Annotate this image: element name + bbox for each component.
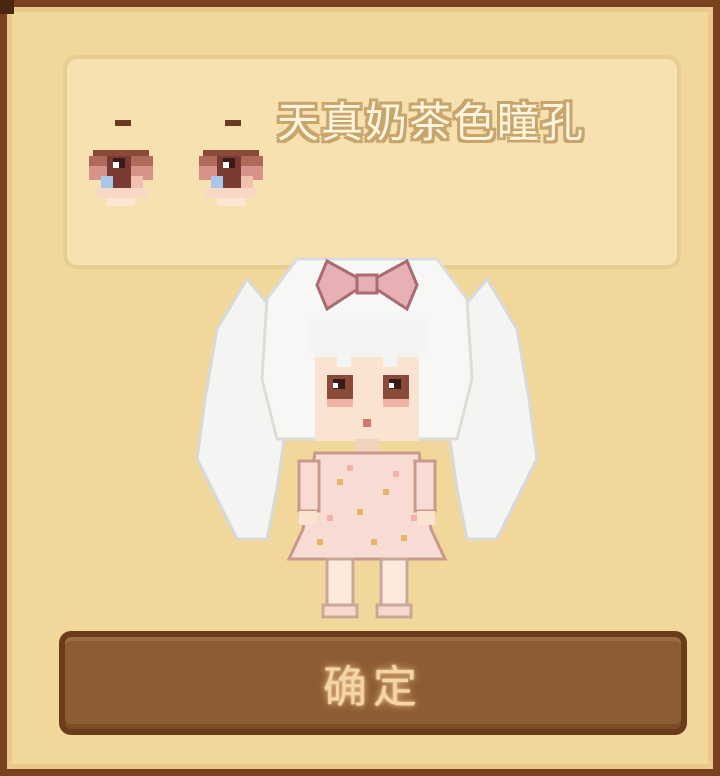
item-info-box: 天真奶茶色瞳孔 — [63, 55, 681, 269]
character-avatar — [195, 257, 539, 619]
confirm-button[interactable]: 确定 — [59, 631, 687, 735]
dialog-panel: 天真奶茶色瞳孔 确定 — [0, 0, 720, 776]
confirm-button-label: 确定 — [323, 662, 423, 713]
item-name: 天真奶茶色瞳孔 — [277, 98, 586, 147]
eye-pair-icon — [89, 120, 263, 206]
